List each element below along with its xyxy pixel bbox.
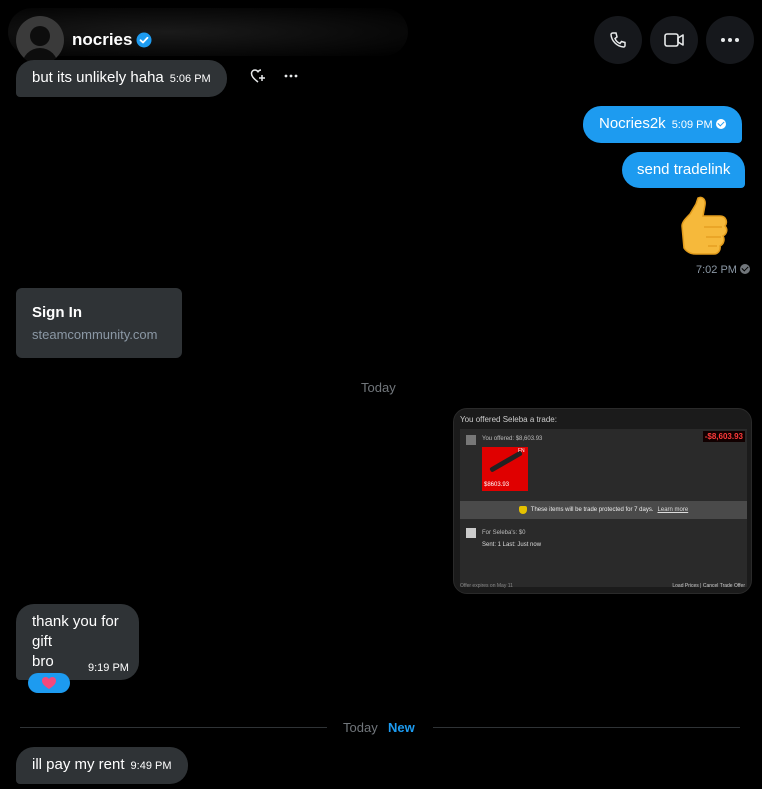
more-options-button[interactable]: [706, 16, 754, 64]
heart-icon: [42, 677, 56, 689]
more-horizontal-icon: [721, 38, 739, 42]
item-value: $8603.93: [484, 482, 510, 488]
header-background: [8, 8, 408, 56]
contact-name[interactable]: nocries: [72, 30, 132, 50]
video-call-button[interactable]: [650, 16, 698, 64]
read-check-icon: [739, 264, 750, 274]
trade-title: You offered Seleba a trade:: [460, 415, 557, 424]
link-domain: steamcommunity.com: [32, 327, 158, 342]
message-time: 9:19 PM: [88, 662, 129, 674]
message-actions: [250, 68, 298, 84]
message-bubble[interactable]: send tradelink: [622, 152, 746, 188]
avatar[interactable]: [16, 16, 64, 64]
message-time: 5:06 PM: [169, 73, 211, 85]
message-time: 7:02 PM: [696, 264, 750, 276]
shield-icon: [518, 506, 527, 514]
avatar: [466, 435, 476, 445]
trade-offer-screenshot[interactable]: You offered Seleba a trade: You offered:…: [453, 408, 752, 594]
message-text: but its unlikely haha: [32, 69, 164, 86]
message-bubble[interactable]: but its unlikely haha 5:06 PM: [16, 60, 227, 97]
day-separator: Today: [343, 720, 378, 735]
avatar: [466, 528, 476, 538]
trade-footer-right: Load Prices | Cancel Trade Offer: [672, 583, 745, 589]
read-check-icon: [715, 119, 726, 129]
message-bubble[interactable]: ill pay my rent 9:49 PM: [16, 747, 188, 784]
divider: [20, 727, 327, 728]
learn-more-link: Learn more: [657, 507, 689, 513]
link-preview-card[interactable]: Sign In steamcommunity.com: [16, 288, 182, 358]
trade-total: -$8,603.93: [702, 431, 745, 442]
trade-protect-banner: These items will be trade protected for …: [460, 501, 747, 519]
phone-icon: [610, 32, 626, 48]
for-text: For Seleba's: $0: [482, 530, 526, 536]
message-line: gift: [32, 633, 53, 650]
voice-call-button[interactable]: [594, 16, 642, 64]
sent-text: Sent: 1 Last: Just now: [482, 542, 542, 548]
day-separator: Today: [361, 380, 396, 395]
video-camera-icon: [664, 33, 684, 47]
message-text: ill pay my rent: [32, 756, 125, 773]
offered-text: You offered: $8,603.93: [482, 436, 543, 442]
protect-text: These items will be trade protected for …: [530, 507, 654, 513]
message-bubble[interactable]: thank you for gift bro 9:19 PM: [16, 604, 139, 680]
trade-item: FN $8603.93: [482, 447, 528, 491]
message-text: send tradelink: [637, 161, 731, 178]
trade-footer-left: Offer expires on May 11: [460, 583, 513, 589]
divider: [433, 727, 740, 728]
message-text: Nocries2k: [599, 115, 666, 132]
add-reaction-icon[interactable]: [250, 68, 266, 84]
message-bubble[interactable]: Nocries2k 5:09 PM: [583, 106, 742, 143]
verified-badge-icon: [136, 32, 152, 48]
message-time: 9:49 PM: [130, 760, 172, 772]
thumbs-up-emoji-icon[interactable]: [676, 196, 732, 262]
message-line: thank you for: [32, 613, 119, 630]
link-title: Sign In: [32, 304, 82, 321]
more-horizontal-icon[interactable]: [284, 68, 298, 84]
reaction-badge[interactable]: [28, 673, 70, 693]
trade-panel: You offered: $8,603.93 -$8,603.93 FN $86…: [460, 429, 747, 587]
message-time: 5:09 PM: [671, 119, 713, 131]
new-messages-label: New: [388, 720, 415, 735]
item-tag: FN: [518, 448, 525, 454]
